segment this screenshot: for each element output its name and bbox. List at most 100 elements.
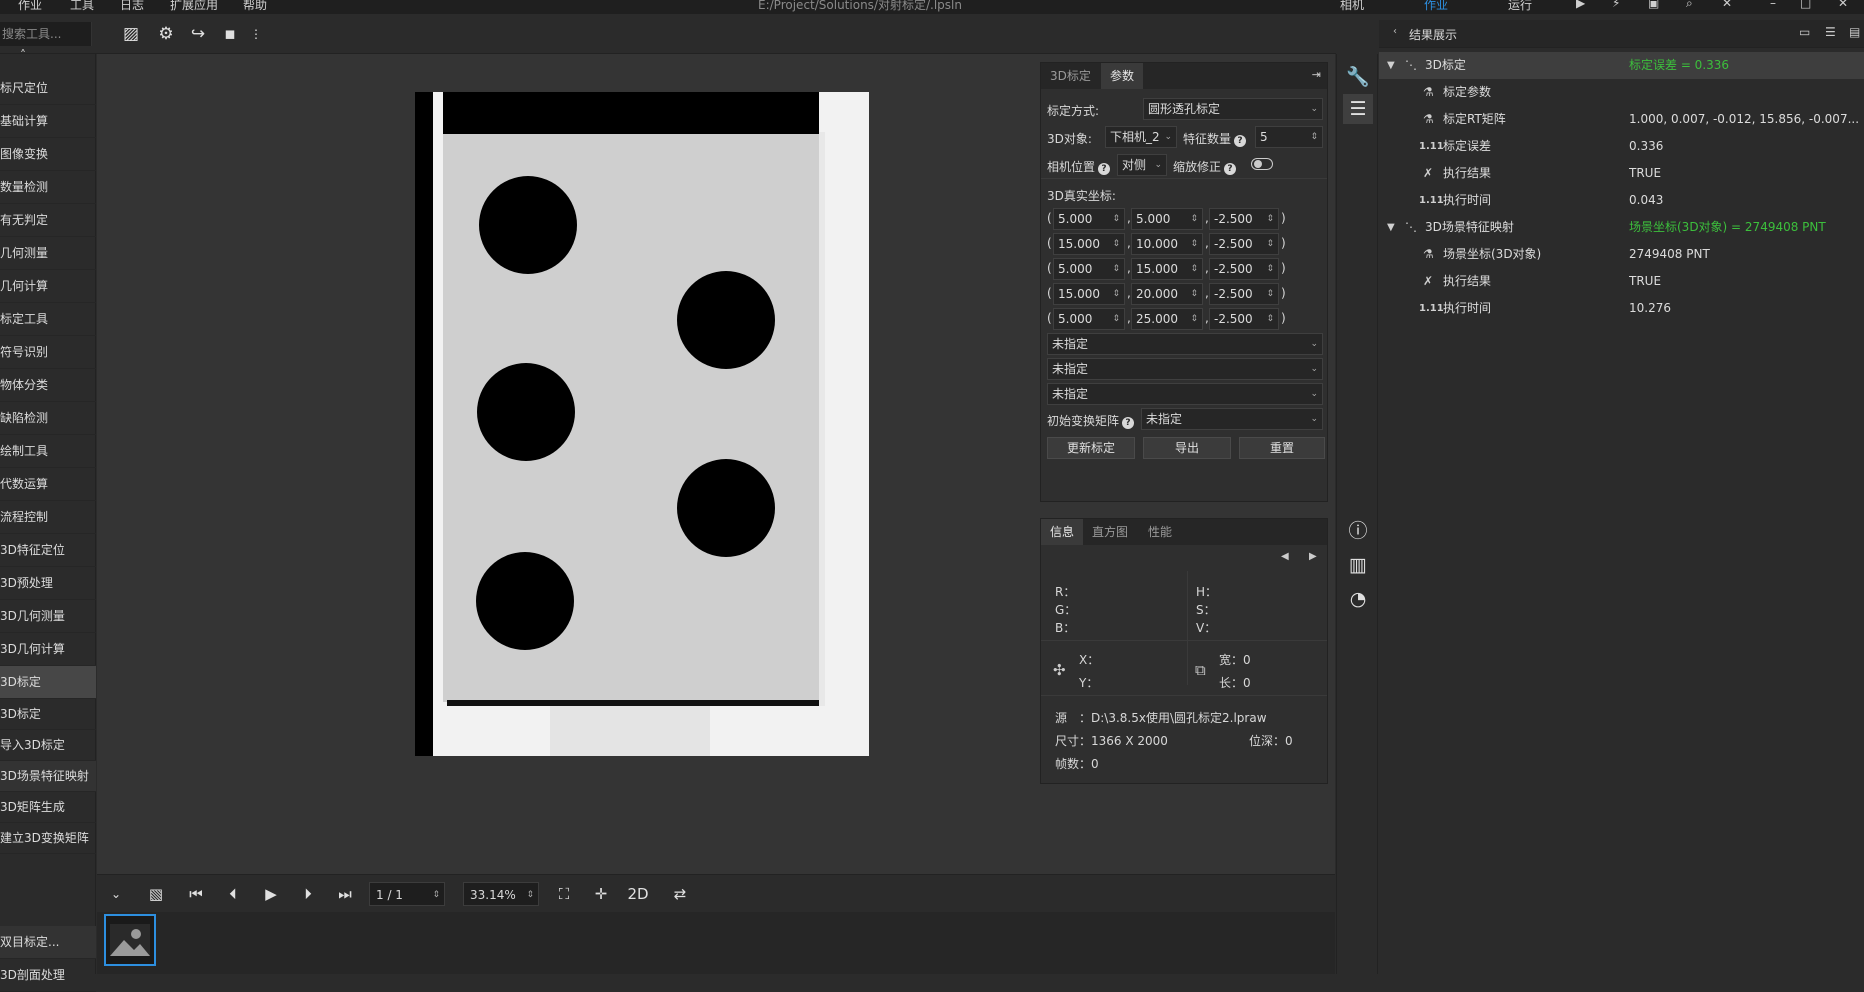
tool-category[interactable]: 有无判定 [0,204,96,237]
last-frame-icon[interactable]: ⏭ [334,881,356,907]
tool-category[interactable]: 标尺定位 [0,72,96,105]
prev-arrow-icon[interactable]: ◀ [1281,551,1289,562]
result-row[interactable]: ⚗ 场景坐标(3D对象) 2749408 PNT [1379,241,1864,268]
result-row[interactable]: 1.11 执行时间 0.043 [1379,187,1864,214]
menu-run[interactable]: 运行 [1508,0,1532,13]
tool-category[interactable]: 物体分类 [0,369,96,402]
tool-item-3d-scene-feature-mapping[interactable]: 3D场景特征映射 [0,761,96,792]
image-thumbnail[interactable] [104,914,156,966]
tool-category[interactable]: 代数运算 [0,468,96,501]
coord-y-input[interactable]: 10.000 ⇕ [1131,233,1203,255]
export-button[interactable]: 导出 [1143,437,1231,459]
next-frame-icon[interactable]: ⏵ [297,881,319,907]
expand-down-icon[interactable]: ⌄ [107,881,125,907]
coord-x-input[interactable]: 15.000 ⇕ [1053,233,1125,255]
zoom-input[interactable]: 33.14% ⇕ [463,882,539,906]
coord-z-input[interactable]: -2.500 ⇕ [1209,233,1279,255]
result-row-3d-calibration[interactable]: ▼ ⋱ 3D标定 标定误差 = 0.336 [1379,52,1864,79]
coord-x-input[interactable]: 5.000 ⇕ [1053,308,1125,330]
tool-category[interactable]: 3D剖面处理 [0,959,96,992]
feature-count-stepper[interactable]: 5 ⇕ [1255,126,1323,148]
coord-x-input[interactable]: 15.000 ⇕ [1053,283,1125,305]
gear-icon[interactable]: ⚙ [154,22,178,46]
refresh-icon[interactable]: ⇄ [669,881,691,907]
tool-category-3d-calibration[interactable]: 3D标定 [0,666,96,699]
tool-category[interactable]: 基础计算 [0,105,96,138]
chevron-left-icon[interactable]: ‹ [1393,26,1397,37]
unspecified-select[interactable]: 未指定 ⌄ [1047,358,1323,380]
collapse-up-icon[interactable]: ˄ [20,48,26,62]
tab-3d-calibration[interactable]: 3D标定 [1041,63,1100,89]
coord-y-input[interactable]: 5.000 ⇕ [1131,208,1203,230]
method-select[interactable]: 圆形透孔标定 ⌄ [1143,98,1323,120]
menu-job-tab[interactable]: 作业 [1424,0,1448,13]
tool-category[interactable]: 几何测量 [0,237,96,270]
sliders-icon[interactable]: ☰ [1343,94,1373,124]
result-row[interactable]: 1.11 标定误差 0.336 [1379,133,1864,160]
coord-y-input[interactable]: 15.000 ⇕ [1131,258,1203,280]
lightning-icon[interactable]: ⚡ [1612,0,1620,10]
first-frame-icon[interactable]: ⏮ [185,881,207,907]
menu-job[interactable]: 作业 [18,0,42,13]
coord-z-input[interactable]: -2.500 ⇕ [1209,258,1279,280]
help-icon[interactable]: ? [1098,163,1111,175]
view-mode-toggle[interactable]: 2D [625,881,651,907]
minimize-icon[interactable]: – [1770,0,1776,10]
export-icon[interactable]: ↪ [186,22,210,46]
layout-icon[interactable]: ▤ [1849,25,1860,39]
result-row[interactable]: ⚗ 标定RT矩阵 1.000, 0.007, -0.012, 15.856, -… [1379,106,1864,133]
tool-category[interactable]: 3D特征定位 [0,534,96,567]
tool-category[interactable]: 标定工具 [0,303,96,336]
run-icon[interactable]: ▶ [1576,0,1585,10]
menu-extensions[interactable]: 扩展应用 [170,0,218,13]
menu-tools[interactable]: 工具 [70,0,94,13]
tool-category[interactable]: 3D几何计算 [0,633,96,666]
expand-icon[interactable]: ▼ [1387,214,1395,241]
tool-category[interactable]: 符号识别 [0,336,96,369]
fit-screen-icon[interactable]: ⛶ [553,881,575,907]
search-icon[interactable]: ⌕ [1686,0,1693,11]
camera-pos-select[interactable]: 对侧 ⌄ [1117,154,1167,176]
tool-item-3d-matrix-generate[interactable]: 3D矩阵生成 [0,792,96,823]
init-matrix-select[interactable]: 未指定 ⌄ [1141,408,1323,430]
info-icon[interactable]: ⓘ [1343,516,1373,546]
menu-camera[interactable]: 相机 [1340,0,1364,13]
save-icon[interactable]: ▣ [1648,0,1659,10]
tool-category[interactable]: 3D几何测量 [0,600,96,633]
play-icon[interactable]: ▶ [260,881,282,907]
calibration-image[interactable] [415,92,869,756]
list-icon[interactable]: ☰ [1825,25,1836,39]
coord-z-input[interactable]: -2.500 ⇕ [1209,208,1279,230]
help-icon[interactable]: ? [1224,163,1237,175]
unspecified-select[interactable]: 未指定 ⌄ [1047,383,1323,405]
tool-category[interactable]: 绘制工具 [0,435,96,468]
object-select[interactable]: 下相机_2 ⌄ [1105,126,1177,148]
coord-x-input[interactable]: 5.000 ⇕ [1053,208,1125,230]
open-image-icon[interactable]: ▨ [119,22,143,46]
tab-performance[interactable]: 性能 [1139,519,1181,545]
pin-icon[interactable]: ⇥ [1312,68,1321,81]
gallery-icon[interactable]: ▧ [145,881,167,907]
menu-log[interactable]: 日志 [120,0,144,13]
result-row-3d-scene-mapping[interactable]: ▼ ⋱ 3D场景特征映射 场景坐标(3D对象) = 2749408 PNT [1379,214,1864,241]
update-calibration-button[interactable]: 更新标定 [1047,437,1135,459]
expand-icon[interactable]: ▼ [1387,52,1395,79]
tool-item-build-3d-transform[interactable]: 建立3D变换矩阵 [0,823,96,854]
result-row[interactable]: ⚗ 标定参数 [1379,79,1864,106]
frame-index-input[interactable]: 1 / 1 ⇕ [369,882,445,906]
tool-category[interactable]: 3D预处理 [0,567,96,600]
wrench-icon[interactable]: 🔧 [1343,62,1373,92]
gauge-icon[interactable]: ◔ [1343,584,1373,614]
help-icon[interactable]: ? [1234,135,1247,147]
help-icon[interactable]: ? [1122,417,1135,429]
next-arrow-icon[interactable]: ▶ [1309,551,1317,562]
histogram-icon[interactable]: ▥ [1343,550,1373,580]
tool-category[interactable]: 缺陷检测 [0,402,96,435]
tool-item-import-3d-calibration[interactable]: 导入3D标定 [0,730,96,761]
close-icon[interactable]: ✕ [1838,0,1848,10]
tool-category[interactable]: 数量检测 [0,171,96,204]
wrench-icon[interactable]: ✕ [1722,0,1732,10]
more-icon[interactable]: ⋮ [244,22,268,46]
result-row[interactable]: ✗ 执行结果 TRUE [1379,268,1864,295]
crosshair-icon[interactable]: ✛ [590,881,612,907]
